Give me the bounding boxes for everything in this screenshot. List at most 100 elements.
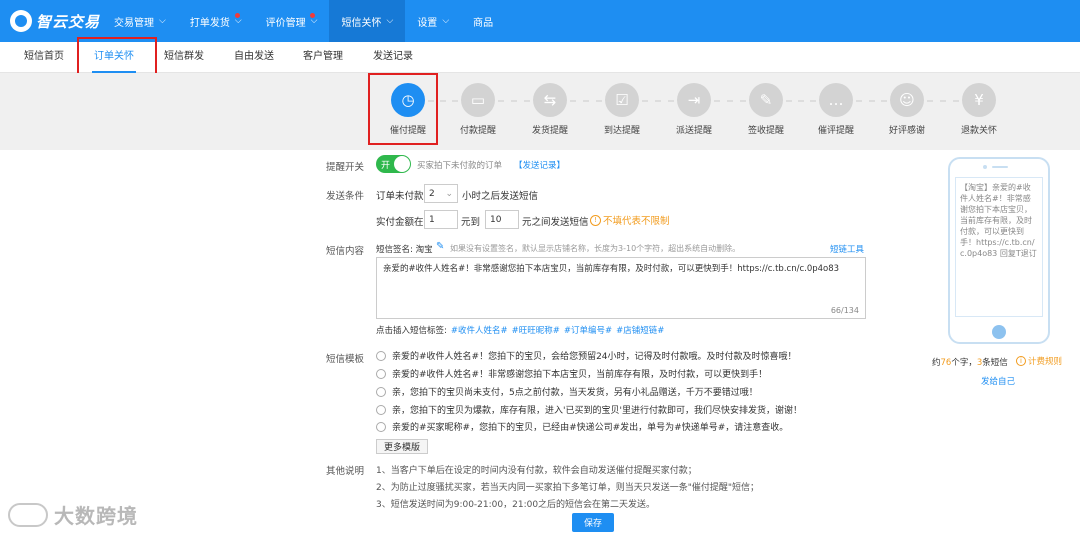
- menu-item-0[interactable]: 交易管理 ⌵: [102, 0, 178, 42]
- toggle-knob: [394, 156, 410, 172]
- watermark: 大数跨境: [8, 500, 138, 529]
- template-text: 亲，您拍下的宝贝为爆款，库存有限，进入'已买到的宝贝'里进行付款即可，我们尽快安…: [392, 406, 802, 416]
- menu-item-1[interactable]: 打单发货 ⌵: [178, 0, 254, 42]
- highlight-box-order-care: [77, 37, 157, 76]
- menu-item-3[interactable]: 短信关怀 ⌵: [329, 0, 406, 42]
- step-label: 付款提醒: [459, 126, 496, 136]
- step-7[interactable]: ☺ 好评感谢: [877, 83, 937, 136]
- notes-label: 其他说明: [326, 466, 365, 477]
- amount-prefix: 实付金额在: [376, 217, 424, 228]
- delivery-icon: ⇥: [677, 83, 711, 117]
- count-suffix: 条短信: [982, 358, 1008, 368]
- step-6[interactable]: … 催评提醒: [806, 83, 866, 136]
- step-5[interactable]: ✎ 签收提醒: [736, 83, 796, 136]
- step-label: 退款关怀: [960, 126, 997, 136]
- template-option[interactable]: 亲，您拍下的宝贝为爆款，库存有限，进入'已买到的宝贝'里进行付款即可，我们尽快安…: [376, 403, 802, 416]
- more-templates-button[interactable]: 更多模版: [376, 439, 428, 454]
- switch-label: 提醒开关: [326, 162, 365, 173]
- count-prefix: 约: [932, 358, 941, 368]
- amount-suffix: 元之间发送短信: [522, 217, 589, 228]
- amount-hint-text: 不填代表不限制: [603, 216, 670, 227]
- message-textarea[interactable]: 亲爱的#收件人姓名#！非常感谢您拍下本店宝贝，当前库存有限，及时付款，可以更快到…: [376, 257, 866, 319]
- subnav-send-records[interactable]: 发送记录: [373, 42, 413, 73]
- send-log-link[interactable]: 【发送记录】: [514, 159, 565, 171]
- tag-shop-link[interactable]: #店铺短链#: [616, 324, 664, 336]
- radio-button[interactable]: [376, 350, 386, 361]
- speaker-bar: [992, 166, 1008, 168]
- insert-tags-label: 点击插入短信标签:: [376, 326, 447, 336]
- edit-sign-icon[interactable]: ✎: [436, 241, 444, 252]
- tag-order-number[interactable]: #订单编号#: [564, 324, 612, 336]
- billing-rule-text: 计费规则: [1028, 357, 1063, 367]
- menu-item-2[interactable]: 评价管理 ⌵: [254, 0, 330, 42]
- reminder-toggle[interactable]: 开: [376, 155, 411, 173]
- content-label: 短信内容: [326, 246, 365, 257]
- menu-item-4[interactable]: 设置 ⌵: [405, 0, 461, 42]
- preview-text: 【淘宝】亲爱的#收件人姓名#！非常感谢您拍下本店宝贝，当前库存有限，及时付款，可…: [960, 183, 1037, 258]
- menu-item-label: 设置: [417, 17, 438, 29]
- amount-max-input[interactable]: 10: [485, 210, 519, 229]
- sign-icon: ✎: [749, 83, 783, 117]
- amount-max-value: 10: [490, 214, 502, 225]
- short-link-tool[interactable]: 短链工具: [830, 243, 864, 255]
- send-to-self-link[interactable]: 发给自己: [981, 375, 1015, 387]
- menu-item-label: 交易管理: [114, 17, 154, 29]
- menu-item-5[interactable]: 商品: [461, 0, 505, 42]
- brand-name: 智云交易: [36, 12, 101, 31]
- watermark-text: 大数跨境: [54, 504, 138, 528]
- wallet-icon: ▭: [461, 83, 495, 117]
- step-4[interactable]: ⇥ 派送提醒: [664, 83, 724, 136]
- subnav-free-send[interactable]: 自由发送: [234, 42, 274, 73]
- step-2[interactable]: ⇆ 发货提醒: [520, 83, 580, 136]
- condition-prefix: 订单未付款: [376, 191, 424, 202]
- phone-preview: 【淘宝】亲爱的#收件人姓名#！非常感谢您拍下本店宝贝，当前库存有限，及时付款，可…: [948, 157, 1050, 344]
- save-button[interactable]: 保存: [572, 513, 614, 532]
- radio-button[interactable]: [376, 404, 386, 415]
- camera-dot: [983, 165, 987, 169]
- sign-hint: 如果没有设置签名，默认显示店铺名称，长度为3-10个字符，超出系统自动删除。: [450, 244, 741, 253]
- info-icon: !: [590, 214, 601, 226]
- top-navigation-bar: 智云交易 交易管理 ⌵ 打单发货 ⌵ 评价管理 ⌵ 短信关怀 ⌵ 设置 ⌵ 商品: [0, 0, 1080, 42]
- radio-button[interactable]: [376, 386, 386, 397]
- note-item: 2、为防止过度骚扰买家，若当天内同一买家拍下多笔订单，则当天只发送一条"催付提醒…: [376, 483, 760, 493]
- switch-description: 买家拍下未付款的订单: [417, 161, 503, 171]
- template-option[interactable]: 亲爱的#买家昵称#，您拍下的宝贝，已经由#快递公司#发出，单号为#快递单号#，请…: [376, 420, 788, 433]
- comment-icon: …: [819, 83, 853, 117]
- template-option[interactable]: 亲爱的#收件人姓名#！您拍下的宝贝，会给您预留24小时，记得及时付款哦。及时付款…: [376, 349, 797, 362]
- tag-wangwang-nick[interactable]: #旺旺昵称#: [512, 324, 560, 336]
- amount-min-value: 1: [429, 214, 435, 225]
- step-8[interactable]: ¥ 退款关怀: [949, 83, 1009, 136]
- logo-icon: [10, 10, 32, 32]
- watermark-logo-icon: [8, 502, 48, 527]
- amount-hint: ! 不填代表不限制: [590, 213, 670, 227]
- hours-select[interactable]: 2 ⌄: [424, 184, 458, 203]
- radio-button[interactable]: [376, 368, 386, 379]
- tag-receiver-name[interactable]: #收件人姓名#: [451, 324, 508, 336]
- step-1[interactable]: ▭ 付款提醒: [448, 83, 508, 136]
- condition-label: 发送条件: [326, 191, 365, 202]
- chevron-down-icon: ⌵: [442, 16, 450, 26]
- reminder-steps-bar: ◷ 催付提醒 ▭ 付款提醒 ⇆ 发货提醒 ☑ 到达提醒 ⇥ 派送提醒 ✎ 签收提醒… 催评提醒 ☺ 好评感谢…: [0, 73, 1080, 150]
- chevron-down-icon: ⌄: [445, 188, 453, 199]
- subnav-customer-management[interactable]: 客户管理: [303, 42, 343, 73]
- billing-rule-link[interactable]: i 计费规则: [1016, 355, 1062, 367]
- truck-icon: ⇆: [533, 83, 567, 117]
- template-option[interactable]: 亲爱的#收件人姓名#！非常感谢您拍下本店宝贝，当前库存有限，及时付款，可以更快到…: [376, 367, 767, 380]
- menu-item-label: 打单发货: [189, 17, 230, 29]
- message-text: 亲爱的#收件人姓名#！非常感谢您拍下本店宝贝，当前库存有限，及时付款，可以更快到…: [383, 264, 840, 274]
- step-label: 催评提醒: [817, 126, 854, 136]
- toggle-on-text: 开: [381, 161, 391, 171]
- step-label: 好评感谢: [888, 126, 925, 136]
- menu-item-label: 评价管理: [265, 17, 306, 29]
- step-label: 到达提醒: [603, 126, 640, 136]
- radio-button[interactable]: [376, 421, 386, 432]
- template-option[interactable]: 亲，您拍下的宝贝尚未支付，5点之前付款，当天发货，另有小礼品赠送，千万不要错过哦…: [376, 385, 758, 398]
- subnav-bulk-sms[interactable]: 短信群发: [164, 42, 204, 73]
- template-text: 亲爱的#买家昵称#，您拍下的宝贝，已经由#快递公司#发出，单号为#快递单号#，请…: [392, 423, 789, 433]
- amount-min-input[interactable]: 1: [424, 210, 458, 229]
- notification-dot: [234, 13, 240, 18]
- insert-tags-row: 点击插入短信标签: #收件人姓名# #旺旺昵称# #订单编号# #店铺短链#: [376, 324, 664, 336]
- brand-logo[interactable]: 智云交易: [10, 10, 100, 32]
- subnav-sms-home[interactable]: 短信首页: [24, 42, 64, 73]
- step-3[interactable]: ☑ 到达提醒: [592, 83, 652, 136]
